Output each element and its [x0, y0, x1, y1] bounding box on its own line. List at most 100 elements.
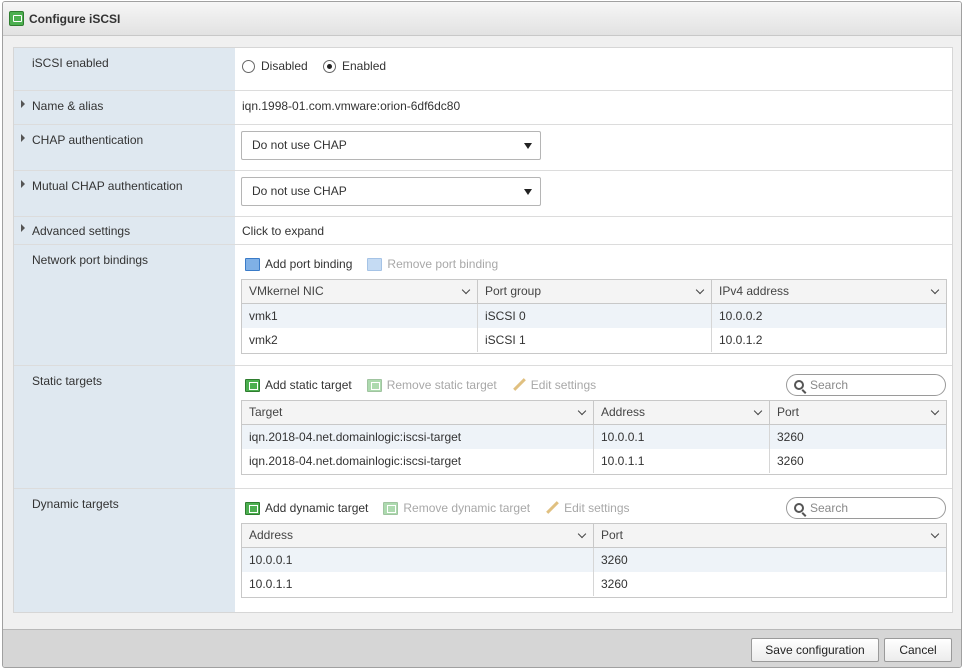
pencil-icon	[545, 501, 559, 515]
column-header-address[interactable]: Address	[594, 401, 770, 424]
column-header-port[interactable]: Port	[770, 401, 946, 424]
edit-dynamic-settings-button[interactable]: Edit settings	[545, 501, 629, 515]
grid-header: VMkernel NIC Port group IPv4 address	[242, 280, 946, 304]
port-bindings-label-cell: Network port bindings	[14, 245, 235, 365]
table-cell: iqn.2018-04.net.domainlogic:iscsi-target	[242, 449, 594, 473]
chap-label: CHAP authentication	[32, 133, 144, 147]
enabled-radio-circle[interactable]	[323, 59, 336, 73]
table-row[interactable]: iqn.2018-04.net.domainlogic:iscsi-target…	[242, 449, 946, 473]
chap-label-cell[interactable]: CHAP authentication	[14, 125, 235, 170]
chevron-down-icon[interactable]	[930, 529, 940, 539]
cancel-button[interactable]: Cancel	[884, 638, 952, 662]
name-alias-label-cell[interactable]: Name & alias	[14, 91, 235, 124]
enabled-radio-label: Enabled	[342, 59, 387, 73]
chevron-down-icon[interactable]	[930, 285, 940, 295]
click-to-expand-text[interactable]: Click to expand	[242, 224, 324, 238]
chevron-down-icon[interactable]	[577, 529, 587, 539]
mutual-chap-value-cell: Do not use CHAP	[235, 171, 952, 216]
add-dynamic-target-button[interactable]: Add dynamic target	[245, 501, 368, 515]
mutual-chap-select[interactable]: Do not use CHAP	[241, 177, 541, 206]
save-configuration-button[interactable]: Save configuration	[751, 638, 879, 662]
dynamic-targets-search[interactable]	[786, 497, 946, 519]
add-target-icon	[245, 378, 260, 392]
remove-port-binding-button[interactable]: Remove port binding	[367, 257, 498, 271]
remove-dynamic-target-label: Remove dynamic target	[403, 501, 531, 515]
expand-triangle-icon[interactable]	[21, 100, 25, 108]
grid-header: Target Address Port	[242, 401, 946, 425]
chevron-down-icon[interactable]	[461, 285, 471, 295]
table-cell: 10.0.1.2	[719, 333, 763, 347]
table-cell: vmk1	[242, 304, 478, 328]
name-alias-label: Name & alias	[32, 99, 104, 113]
add-static-target-label: Add static target	[265, 378, 352, 392]
chap-row: CHAP authentication Do not use CHAP	[14, 125, 952, 171]
port-bindings-value-cell: Add port binding Remove port binding VMk…	[235, 245, 952, 365]
column-header-target[interactable]: Target	[242, 401, 594, 424]
edit-settings-label: Edit settings	[564, 501, 630, 515]
disabled-radio[interactable]: Disabled	[242, 59, 308, 73]
static-targets-value-cell: Add static target Remove static target E…	[235, 366, 952, 488]
static-targets-label: Static targets	[32, 374, 103, 388]
settings-form: iSCSI enabled Disabled Enabled Name & al…	[13, 47, 953, 613]
dynamic-targets-row: Dynamic targets Add dynamic target Remov…	[14, 489, 952, 612]
remove-port-binding-label: Remove port binding	[387, 257, 499, 271]
chevron-down-icon[interactable]	[577, 406, 587, 416]
table-row[interactable]: 10.0.1.1 3260	[242, 572, 946, 596]
remove-static-target-label: Remove static target	[386, 378, 497, 392]
table-row[interactable]: 10.0.0.1 3260	[242, 548, 946, 572]
table-row[interactable]: vmk2 iSCSI 1 10.0.1.2	[242, 328, 946, 352]
configure-iscsi-dialog: Configure iSCSI iSCSI enabled Disabled E…	[2, 1, 962, 668]
static-targets-label-cell: Static targets	[14, 366, 235, 488]
dropdown-arrow-icon[interactable]	[524, 189, 532, 195]
search-icon	[794, 503, 804, 513]
iscsi-storage-icon	[9, 11, 24, 26]
search-icon	[794, 380, 804, 390]
mutual-chap-label: Mutual CHAP authentication	[32, 179, 183, 193]
chevron-down-icon[interactable]	[753, 406, 763, 416]
port-bindings-toolbar: Add port binding Remove port binding	[245, 255, 513, 273]
disabled-radio-circle[interactable]	[242, 59, 255, 73]
table-cell: 10.0.0.1	[594, 425, 770, 449]
iqn-name-value: iqn.1998-01.com.vmware:orion-6df6dc80	[242, 99, 461, 113]
add-port-binding-button[interactable]: Add port binding	[245, 257, 352, 271]
expand-triangle-icon[interactable]	[21, 180, 25, 188]
edit-settings-label: Edit settings	[530, 378, 597, 392]
table-cell: 10.0.0.1	[242, 548, 594, 572]
port-bindings-grid: VMkernel NIC Port group IPv4 address vmk…	[241, 279, 947, 354]
column-header-label: IPv4 address	[719, 284, 790, 298]
table-row[interactable]: iqn.2018-04.net.domainlogic:iscsi-target…	[242, 425, 946, 449]
chevron-down-icon[interactable]	[695, 285, 705, 295]
table-row[interactable]: vmk1 iSCSI 0 10.0.0.2	[242, 304, 946, 328]
column-header-address[interactable]: Address	[242, 524, 594, 547]
remove-target-icon	[366, 378, 382, 392]
dropdown-arrow-icon[interactable]	[524, 143, 532, 149]
column-header-port-group[interactable]: Port group	[478, 280, 712, 303]
mutual-chap-select-value: Do not use CHAP	[252, 184, 347, 198]
static-targets-search[interactable]	[786, 374, 946, 396]
remove-network-icon	[367, 257, 383, 271]
column-header-vmkernel-nic[interactable]: VMkernel NIC	[242, 280, 478, 303]
chap-select[interactable]: Do not use CHAP	[241, 131, 541, 160]
remove-target-icon	[383, 501, 399, 515]
expand-triangle-icon[interactable]	[21, 224, 25, 232]
table-cell: 3260	[601, 577, 628, 591]
edit-static-settings-button[interactable]: Edit settings	[512, 378, 596, 392]
chap-value-cell: Do not use CHAP	[235, 125, 952, 170]
dynamic-targets-search-input[interactable]	[810, 501, 930, 515]
enabled-radio[interactable]: Enabled	[323, 59, 386, 73]
advanced-settings-value-cell[interactable]: Click to expand	[235, 217, 952, 244]
column-header-ipv4-address[interactable]: IPv4 address	[712, 280, 946, 303]
column-header-label: Address	[249, 528, 294, 542]
column-header-port[interactable]: Port	[594, 524, 946, 547]
port-bindings-row: Network port bindings Add port binding R…	[14, 245, 952, 366]
advanced-settings-label-cell[interactable]: Advanced settings	[14, 217, 235, 244]
expand-triangle-icon[interactable]	[21, 134, 25, 142]
mutual-chap-label-cell[interactable]: Mutual CHAP authentication	[14, 171, 235, 216]
chevron-down-icon[interactable]	[930, 406, 940, 416]
add-static-target-button[interactable]: Add static target	[245, 378, 352, 392]
grid-header: Address Port	[242, 524, 946, 548]
static-targets-search-input[interactable]	[810, 378, 930, 392]
remove-static-target-button[interactable]: Remove static target	[366, 378, 497, 392]
table-cell: 3260	[601, 553, 628, 567]
remove-dynamic-target-button[interactable]: Remove dynamic target	[383, 501, 530, 515]
